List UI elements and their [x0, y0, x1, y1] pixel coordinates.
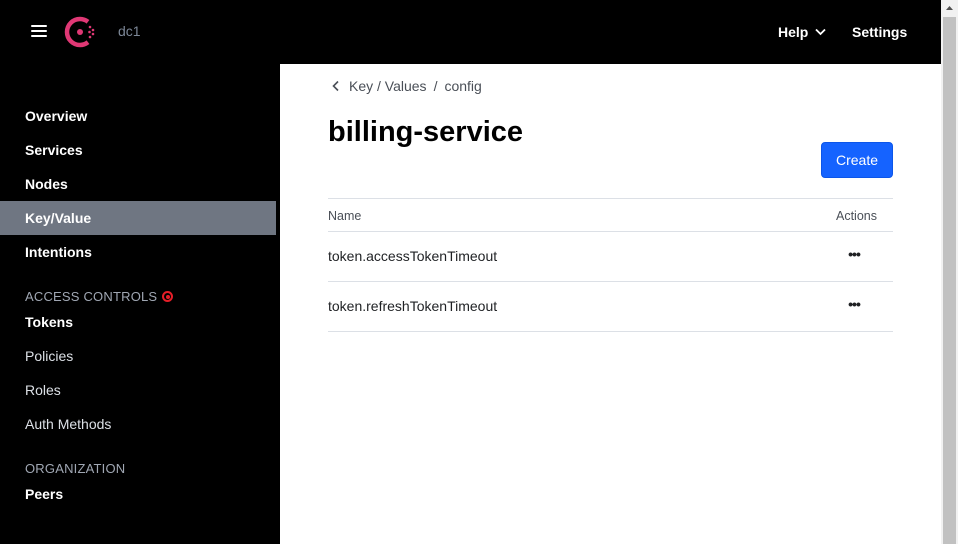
- table-row[interactable]: token.refreshTokenTimeout •••: [328, 282, 893, 332]
- breadcrumb-key-values[interactable]: Key / Values: [349, 78, 427, 94]
- kv-table: Name Actions token.accessTokenTimeout ••…: [328, 198, 893, 332]
- column-header-actions: Actions: [836, 209, 877, 223]
- sidebar: Overview Services Nodes Key/Value Intent…: [0, 64, 280, 544]
- page-title: billing-service: [328, 116, 524, 148]
- more-actions-icon[interactable]: •••: [841, 295, 867, 317]
- breadcrumb-separator: /: [433, 78, 438, 94]
- access-controls-title: ACCESS CONTROLS: [25, 289, 158, 304]
- settings-link[interactable]: Settings: [852, 24, 907, 40]
- sidebar-item-services[interactable]: Services: [0, 133, 276, 167]
- access-controls-heading: ACCESS CONTROLS: [25, 289, 174, 304]
- scrollbar-thumb[interactable]: [943, 17, 956, 544]
- sidebar-item-nodes[interactable]: Nodes: [0, 167, 276, 201]
- more-actions-icon[interactable]: •••: [841, 245, 867, 267]
- datacenter-label[interactable]: dc1: [118, 23, 141, 39]
- sidebar-item-intentions[interactable]: Intentions: [0, 235, 276, 269]
- vertical-scrollbar[interactable]: [941, 0, 958, 544]
- sidebar-item-peers[interactable]: Peers: [0, 477, 276, 511]
- breadcrumb-config[interactable]: config: [444, 78, 481, 94]
- alert-icon: [162, 291, 174, 302]
- row-name[interactable]: token.accessTokenTimeout: [328, 248, 497, 264]
- row-name[interactable]: token.refreshTokenTimeout: [328, 298, 497, 314]
- column-header-name: Name: [328, 209, 362, 223]
- sidebar-item-key-value[interactable]: Key/Value: [0, 201, 276, 235]
- organization-heading: ORGANIZATION: [25, 461, 125, 476]
- hamburger-menu-icon[interactable]: [31, 25, 47, 38]
- create-button[interactable]: Create: [821, 142, 893, 178]
- help-menu[interactable]: Help: [778, 24, 826, 40]
- top-bar: dc1 Help Settings: [0, 0, 941, 64]
- sidebar-item-policies[interactable]: Policies: [0, 339, 276, 373]
- sidebar-item-auth-methods[interactable]: Auth Methods: [0, 407, 276, 441]
- chevron-left-icon[interactable]: [331, 80, 341, 92]
- organization-title: ORGANIZATION: [25, 461, 126, 476]
- sidebar-item-roles[interactable]: Roles: [0, 373, 276, 407]
- scroll-up-arrow-icon[interactable]: [941, 0, 958, 17]
- sidebar-item-tokens[interactable]: Tokens: [0, 305, 276, 339]
- chevron-down-icon: [815, 28, 826, 36]
- table-row[interactable]: token.accessTokenTimeout •••: [328, 232, 893, 282]
- help-label: Help: [778, 24, 809, 40]
- table-header: Name Actions: [328, 198, 893, 232]
- breadcrumb: Key / Values / config: [331, 78, 482, 94]
- sidebar-item-overview[interactable]: Overview: [0, 99, 276, 133]
- consul-logo-icon[interactable]: [64, 16, 96, 48]
